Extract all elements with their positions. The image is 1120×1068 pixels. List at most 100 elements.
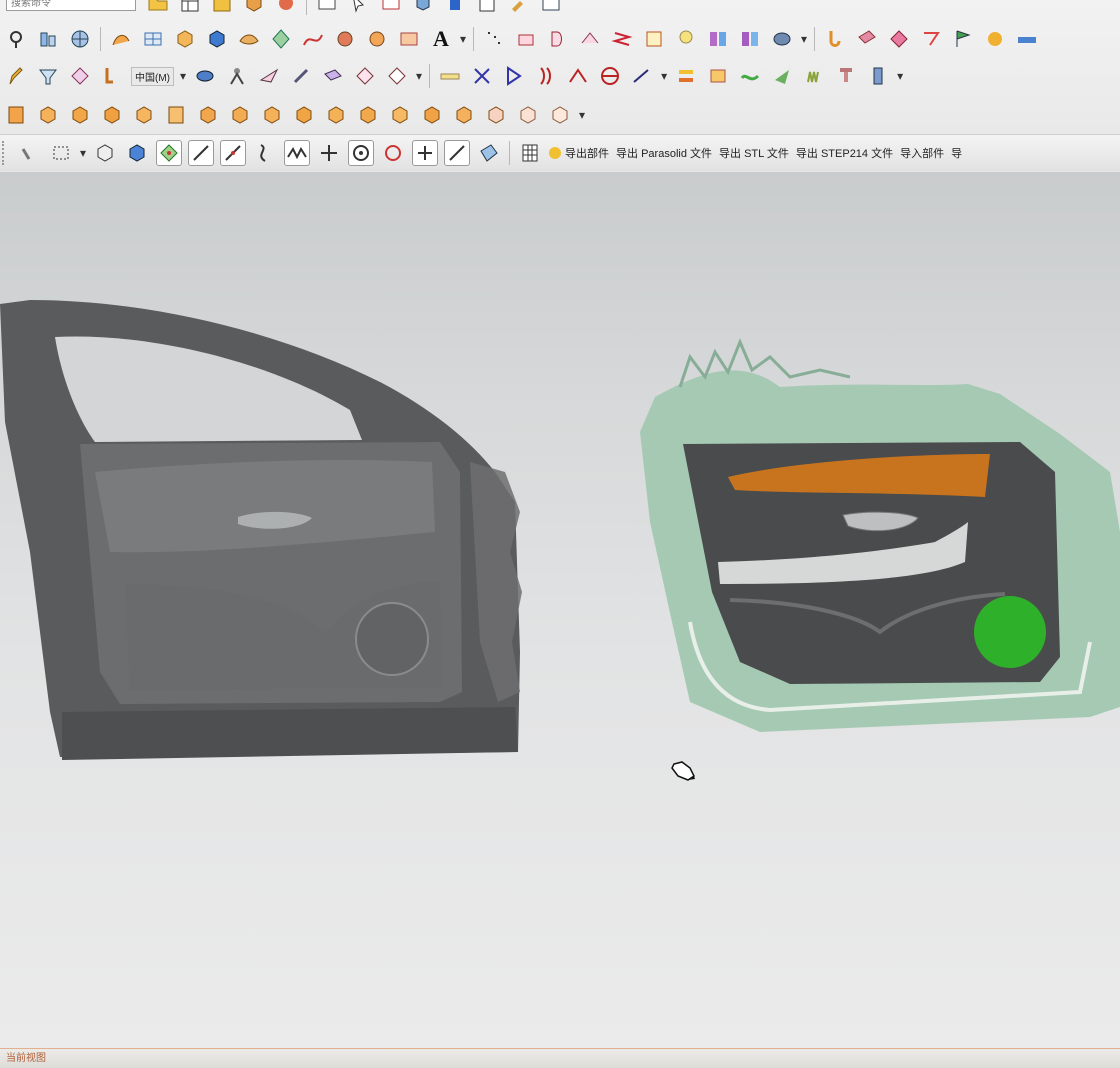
table-icon[interactable] xyxy=(378,0,404,16)
snap-tangent-icon[interactable] xyxy=(444,140,471,166)
snap-cross-icon[interactable] xyxy=(412,140,439,166)
cube-11-icon[interactable] xyxy=(387,102,413,128)
snap-curve-icon[interactable] xyxy=(252,140,278,166)
export-parasolid-button[interactable]: 导出 Parasolid 文件 xyxy=(616,145,712,161)
spring-icon[interactable] xyxy=(609,26,635,52)
diamond-icon[interactable] xyxy=(268,26,294,52)
hook-icon[interactable] xyxy=(822,26,848,52)
wire-cube-icon[interactable] xyxy=(92,140,118,166)
folder-open-icon[interactable] xyxy=(145,0,171,16)
leaf-icon[interactable] xyxy=(769,63,795,89)
person-icon[interactable] xyxy=(224,63,250,89)
export-more-button[interactable]: 导 xyxy=(951,145,962,161)
import-part-button[interactable]: 导入部件 xyxy=(900,145,944,161)
mesh-icon[interactable] xyxy=(140,26,166,52)
snap-control-icon[interactable] xyxy=(284,140,311,166)
blank-sheet-icon[interactable] xyxy=(474,0,500,16)
flag-icon[interactable] xyxy=(950,26,976,52)
bend-icon[interactable] xyxy=(918,26,944,52)
ruler-icon[interactable] xyxy=(437,63,463,89)
trim-body-icon[interactable] xyxy=(737,26,763,52)
cube-5-icon[interactable] xyxy=(195,102,221,128)
view-cube-icon[interactable] xyxy=(410,0,436,16)
circle-line-icon[interactable] xyxy=(597,63,623,89)
bottle-icon[interactable] xyxy=(865,63,891,89)
pen-icon[interactable] xyxy=(3,63,29,89)
gem-icon[interactable] xyxy=(67,63,93,89)
gear-part-icon[interactable] xyxy=(332,26,358,52)
cube-16-icon[interactable] xyxy=(547,102,573,128)
brackets-icon[interactable] xyxy=(533,63,559,89)
stacked-icon[interactable] xyxy=(673,63,699,89)
wave-icon[interactable] xyxy=(737,63,763,89)
cube-3-icon[interactable] xyxy=(99,102,125,128)
grass-icon[interactable] xyxy=(801,63,827,89)
doc-2-icon[interactable] xyxy=(163,102,189,128)
car-icon[interactable] xyxy=(1014,26,1040,52)
graphics-viewport[interactable] xyxy=(0,172,1120,1048)
more-dropdown[interactable]: ▾ xyxy=(579,108,585,122)
points-icon[interactable] xyxy=(481,26,507,52)
clamp-icon[interactable] xyxy=(833,63,859,89)
cylinder-icon[interactable] xyxy=(192,63,218,89)
grid-table-icon[interactable] xyxy=(517,140,543,166)
arrow-diag-icon[interactable] xyxy=(288,63,314,89)
snap-center-icon[interactable] xyxy=(348,140,375,166)
snap-circle-icon[interactable] xyxy=(380,140,406,166)
funnel-icon[interactable] xyxy=(35,63,61,89)
d-shape-icon[interactable] xyxy=(545,26,571,52)
blue-part-icon[interactable] xyxy=(442,0,468,16)
sweep-icon[interactable] xyxy=(577,26,603,52)
scissors-icon[interactable] xyxy=(469,63,495,89)
more-dropdown[interactable]: ▾ xyxy=(460,32,466,46)
cube-6-icon[interactable] xyxy=(227,102,253,128)
toolbar-grip[interactable] xyxy=(2,141,9,165)
measure-icon[interactable] xyxy=(629,63,655,89)
assembly-icon[interactable] xyxy=(273,0,299,16)
blue-cube-icon[interactable] xyxy=(204,26,230,52)
export-stl-button[interactable]: 导出 STL 文件 xyxy=(719,145,789,161)
more-dropdown[interactable]: ▾ xyxy=(180,69,186,83)
orange-gear-icon[interactable] xyxy=(364,26,390,52)
flange-icon[interactable] xyxy=(886,26,912,52)
curve-icon[interactable] xyxy=(300,26,326,52)
sphere-icon[interactable] xyxy=(67,26,93,52)
tool-icon[interactable] xyxy=(506,0,532,16)
cube-1-icon[interactable] xyxy=(35,102,61,128)
wrench-icon[interactable] xyxy=(99,63,125,89)
right-door-scan[interactable] xyxy=(640,338,1120,732)
select-icon[interactable] xyxy=(346,0,372,16)
chinese-chip[interactable]: 中国(M) xyxy=(131,66,174,86)
cube-8-icon[interactable] xyxy=(291,102,317,128)
cube-7-icon[interactable] xyxy=(259,102,285,128)
triangle-icon[interactable] xyxy=(501,63,527,89)
more-dropdown[interactable]: ▾ xyxy=(416,69,422,83)
angle-icon[interactable] xyxy=(565,63,591,89)
export-step-button[interactable]: 导出 STEP214 文件 xyxy=(796,145,893,161)
more-dropdown[interactable]: ▾ xyxy=(801,32,807,46)
save-icon[interactable] xyxy=(209,0,235,16)
snap-intersect-icon[interactable] xyxy=(316,140,342,166)
blend-icon[interactable] xyxy=(108,26,134,52)
bulb-icon[interactable] xyxy=(673,26,699,52)
more-dropdown[interactable]: ▾ xyxy=(661,69,667,83)
snap-points-icon[interactable] xyxy=(156,140,183,166)
doc-orange-icon[interactable] xyxy=(3,102,29,128)
drum-icon[interactable] xyxy=(769,26,795,52)
cube-12-icon[interactable] xyxy=(419,102,445,128)
command-search-input[interactable] xyxy=(6,0,136,11)
text-tool-icon[interactable]: A xyxy=(428,26,454,52)
window-icon[interactable] xyxy=(538,0,564,16)
frame-icon[interactable] xyxy=(396,26,422,52)
part-icon[interactable] xyxy=(241,0,267,16)
left-door-model[interactable] xyxy=(0,300,522,760)
select-rect-icon[interactable] xyxy=(48,140,74,166)
point-icon[interactable] xyxy=(3,26,29,52)
plate-icon[interactable] xyxy=(854,26,880,52)
cube-2-icon[interactable] xyxy=(67,102,93,128)
shaded-cube-icon[interactable] xyxy=(124,140,150,166)
snap-face-icon[interactable] xyxy=(476,140,502,166)
cube-15-icon[interactable] xyxy=(515,102,541,128)
layers-icon[interactable] xyxy=(705,63,731,89)
cube-9-icon[interactable] xyxy=(323,102,349,128)
